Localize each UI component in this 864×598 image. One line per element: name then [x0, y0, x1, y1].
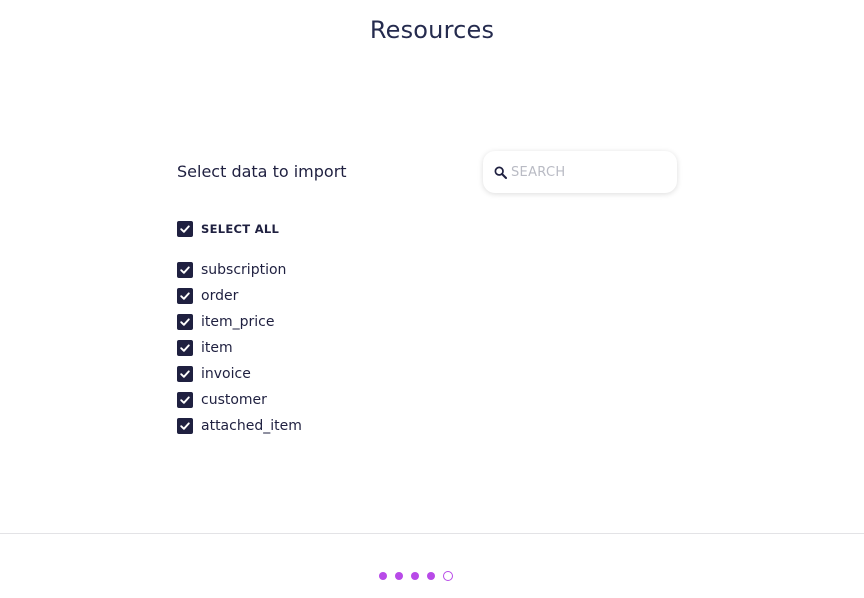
footer-divider	[0, 533, 864, 534]
select-all-label: SELECT ALL	[201, 222, 280, 236]
search-input[interactable]	[511, 164, 671, 180]
step-dot-5-current[interactable]	[443, 571, 453, 581]
import-resources-page: Resources Select data to import SELECT A…	[0, 0, 864, 598]
step-dot-1[interactable]	[379, 572, 387, 580]
step-dot-2[interactable]	[395, 572, 403, 580]
checkbox-checked-icon[interactable]	[177, 262, 193, 278]
page-title: Resources	[369, 16, 495, 44]
resource-item-subscription[interactable]: subscription	[177, 257, 302, 283]
section-heading: Select data to import	[177, 162, 347, 181]
checkbox-checked-icon[interactable]	[177, 340, 193, 356]
resource-item-label: item	[201, 340, 233, 356]
resource-item-label: customer	[201, 392, 267, 408]
resource-item-label: item_price	[201, 314, 275, 330]
checkbox-checked-icon[interactable]	[177, 392, 193, 408]
checkbox-checked-icon[interactable]	[177, 366, 193, 382]
resource-item-order[interactable]: order	[177, 283, 302, 309]
checkbox-checked-icon[interactable]	[177, 221, 193, 237]
resource-item-label: attached_item	[201, 418, 302, 434]
resource-item-label: order	[201, 288, 239, 304]
step-dot-4[interactable]	[427, 572, 435, 580]
resource-item-item[interactable]: item	[177, 335, 302, 361]
resource-item-item-price[interactable]: item_price	[177, 309, 302, 335]
checkbox-checked-icon[interactable]	[177, 314, 193, 330]
resource-item-customer[interactable]: customer	[177, 387, 302, 413]
step-dot-3[interactable]	[411, 572, 419, 580]
resource-item-invoice[interactable]: invoice	[177, 361, 302, 387]
select-all-checkbox[interactable]: SELECT ALL	[177, 221, 279, 237]
resource-list: subscription order item_price item invoi…	[177, 257, 302, 439]
checkbox-checked-icon[interactable]	[177, 288, 193, 304]
step-pager	[379, 571, 453, 581]
checkbox-checked-icon[interactable]	[177, 418, 193, 434]
resource-item-label: subscription	[201, 262, 287, 278]
resource-item-label: invoice	[201, 366, 251, 382]
resource-item-attached-item[interactable]: attached_item	[177, 413, 302, 439]
search-box[interactable]	[483, 151, 677, 193]
search-icon	[493, 165, 507, 179]
